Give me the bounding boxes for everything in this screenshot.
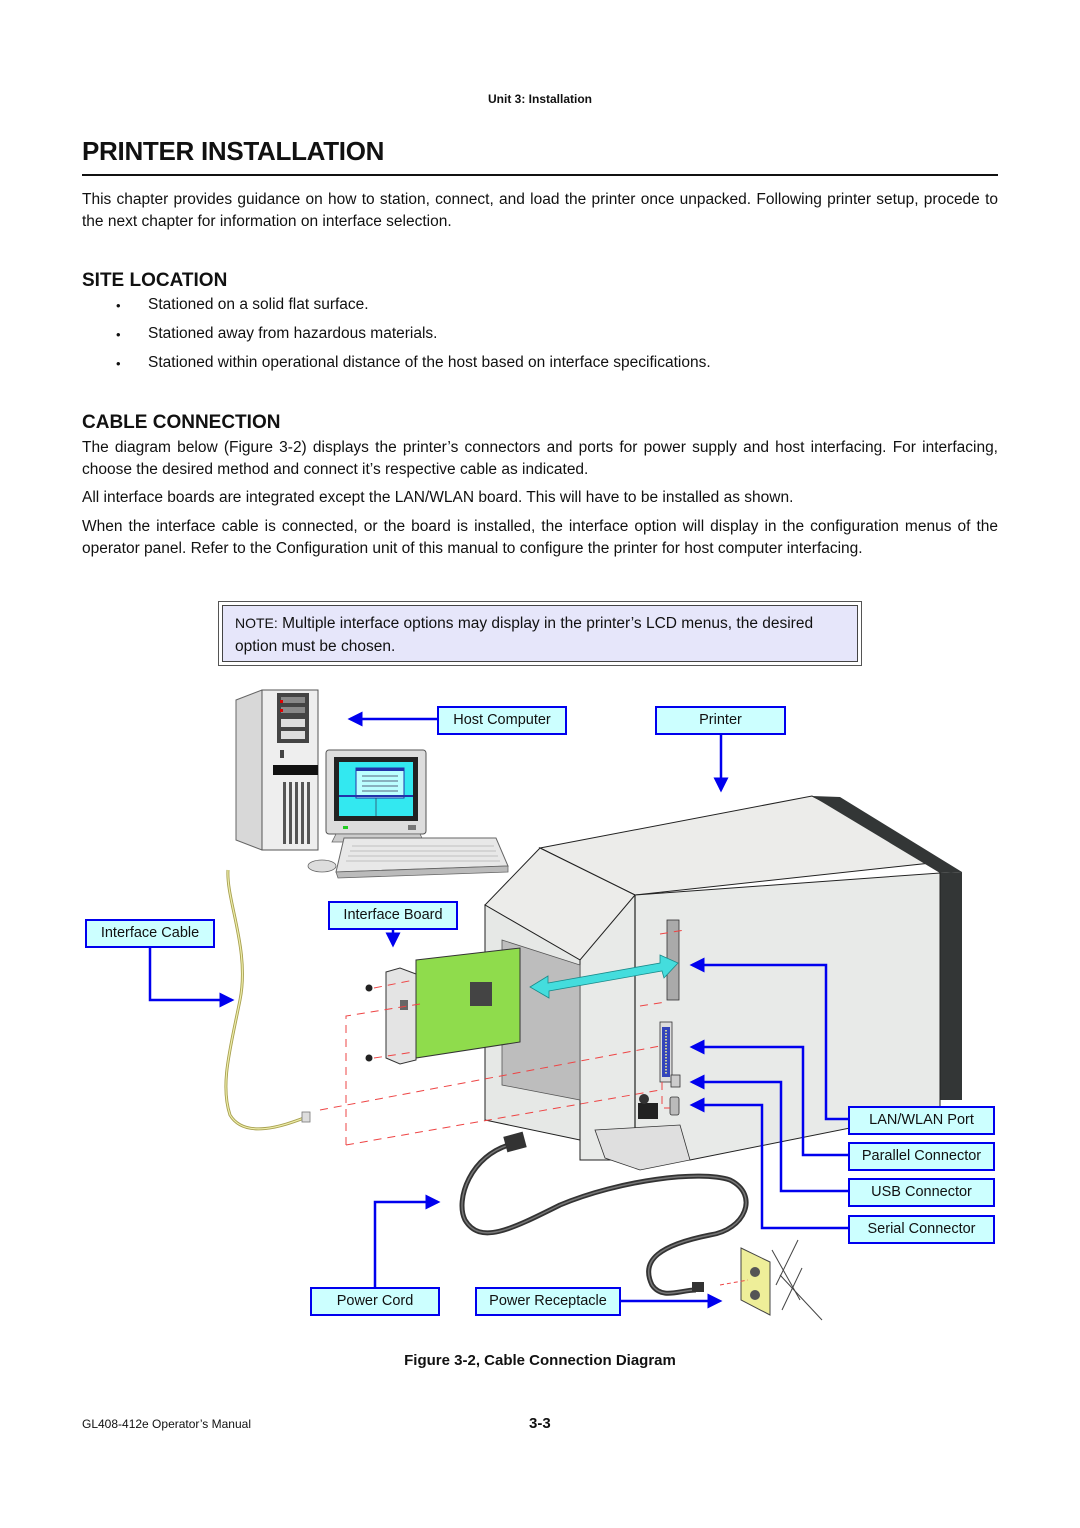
keyboard-icon	[307, 837, 509, 879]
computer-tower-icon	[235, 689, 319, 851]
parallel-port	[662, 1027, 670, 1077]
page-title: PRINTER INSTALLATION	[82, 136, 385, 166]
list-item: Stationed on a solid flat surface.	[148, 296, 369, 313]
callout-power-cord: Power Cord	[310, 1287, 440, 1316]
cable-paragraph: All interface boards are integrated exce…	[82, 489, 794, 506]
bullet-icon: •	[116, 298, 121, 313]
cable-paragraph: When the interface cable is connected, o…	[82, 518, 998, 557]
intro-paragraph: This chapter provides guidance on how to…	[82, 191, 998, 230]
title-rule	[82, 174, 998, 176]
leader-lines	[148, 711, 850, 1309]
callout-power-receptacle: Power Receptacle	[475, 1287, 621, 1316]
lan-port-slot	[666, 919, 680, 1001]
interface-cable-icon	[224, 869, 311, 1131]
callout-lan-wlan-port: LAN/WLAN Port	[848, 1106, 995, 1135]
board-insert-double-arrow	[529, 954, 679, 999]
cable-connection-heading: CABLE CONNECTION	[82, 412, 281, 433]
note-content: NOTE: Multiple interface options may dis…	[222, 605, 858, 662]
figure-caption: Figure 3-2, Cable Connection Diagram	[404, 1352, 676, 1369]
serial-port	[669, 1096, 680, 1116]
footer-manual-name: GL408-412e Operator’s Manual	[82, 1417, 251, 1431]
callout-interface-board: Interface Board	[328, 901, 458, 930]
callout-printer: Printer	[655, 706, 786, 735]
bullet-icon: •	[116, 327, 121, 342]
alignment-guides	[319, 929, 686, 1146]
running-header: Unit 3: Installation	[487, 92, 592, 106]
power-socket	[638, 1103, 658, 1119]
callout-usb-connector: USB Connector	[848, 1178, 995, 1207]
site-location-heading: SITE LOCATION	[82, 270, 228, 291]
monitor-icon	[325, 749, 427, 843]
bullet-icon: •	[116, 356, 121, 371]
usb-port	[670, 1074, 681, 1088]
callout-host-computer: Host Computer	[437, 706, 567, 735]
callout-serial-connector: Serial Connector	[848, 1215, 995, 1244]
note-box: NOTE: Multiple interface options may dis…	[218, 601, 862, 666]
power-receptacle-icon	[719, 1239, 823, 1321]
power-cord-icon	[459, 1131, 749, 1296]
callout-parallel-connector: Parallel Connector	[848, 1142, 995, 1171]
footer-page-number: 3-3	[529, 1415, 551, 1432]
note-label: NOTE:	[235, 615, 278, 631]
interface-board-icon	[365, 947, 521, 1065]
list-item: Stationed away from hazardous materials.	[148, 325, 438, 342]
list-item: Stationed within operational distance of…	[148, 354, 711, 371]
note-text: Multiple interface options may display i…	[235, 615, 814, 655]
cable-paragraph: The diagram below (Figure 3-2) displays …	[82, 439, 998, 478]
callout-interface-cable: Interface Cable	[85, 919, 215, 948]
